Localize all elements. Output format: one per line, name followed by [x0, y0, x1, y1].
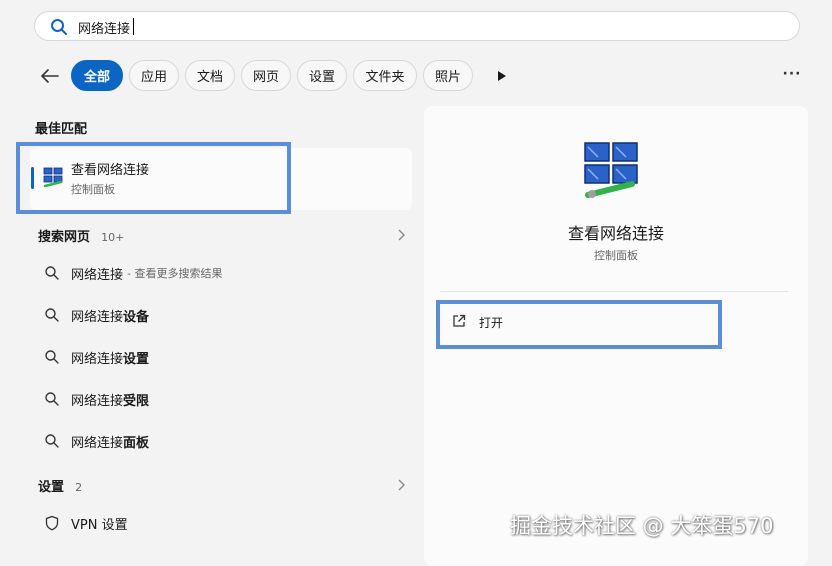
tab-folders[interactable]: 文件夹: [353, 60, 417, 91]
watermark: 掘金技术社区 @ 大笨蛋570: [510, 514, 774, 538]
divider: [440, 291, 788, 292]
web-search-query: 网络连接: [71, 393, 124, 409]
tab-web[interactable]: 网页: [241, 60, 291, 91]
best-match-heading: 最佳匹配: [35, 122, 88, 137]
settings-heading: 设置: [38, 480, 65, 495]
list-item[interactable]: 网络连接 设备: [40, 300, 410, 330]
web-search-suggestion: 受限: [123, 393, 150, 409]
list-item[interactable]: VPN 设置: [40, 508, 410, 538]
settings-count: 2: [75, 481, 83, 494]
web-search-query: 网络连接: [71, 267, 124, 283]
search-input[interactable]: [78, 16, 778, 38]
search-icon: [45, 392, 59, 406]
list-item[interactable]: 网络连接 面板: [40, 426, 410, 456]
text-caret: [133, 18, 134, 35]
web-search-header[interactable]: 搜索网页 10+: [38, 226, 410, 245]
list-item[interactable]: 网络连接 - 查看更多搜索结果: [40, 258, 410, 288]
list-item[interactable]: 网络连接 受限: [40, 384, 410, 414]
network-connections-icon: [584, 142, 638, 198]
search-icon: [45, 350, 59, 364]
chevron-right-icon: [398, 229, 405, 241]
search-icon: [45, 266, 59, 280]
web-search-query: 网络连接: [71, 351, 124, 367]
list-item[interactable]: 网络连接 设置: [40, 342, 410, 372]
tab-photos[interactable]: 照片: [423, 60, 473, 91]
web-search-count: 10+: [101, 231, 125, 244]
detail-title: 查看网络连接: [567, 224, 664, 243]
web-search-note: - 查看更多搜索结果: [127, 267, 223, 280]
highlight-box: [436, 300, 722, 349]
web-search-query: 网络连接: [71, 435, 124, 451]
settings-header[interactable]: 设置 2: [38, 476, 410, 495]
tab-apps[interactable]: 应用: [129, 60, 179, 91]
play-icon[interactable]: [493, 66, 511, 86]
search-icon: [45, 434, 59, 448]
search-icon: [51, 19, 67, 35]
web-search-suggestion: 面板: [123, 435, 150, 451]
arrow-left-icon: [41, 69, 59, 83]
vpn-settings-label: VPN 设置: [71, 517, 128, 533]
web-search-heading: 搜索网页: [38, 230, 91, 245]
highlight-box: [16, 142, 291, 214]
web-search-suggestion: 设置: [123, 351, 150, 367]
back-button[interactable]: [38, 64, 62, 88]
web-search-suggestion: 设备: [123, 309, 150, 325]
detail-subtitle: 控制面板: [594, 249, 638, 262]
search-icon: [45, 308, 59, 322]
tab-all[interactable]: 全部: [71, 60, 123, 91]
web-search-query: 网络连接: [71, 309, 124, 325]
chevron-right-icon: [398, 479, 405, 491]
tab-settings[interactable]: 设置: [297, 60, 347, 91]
tab-documents[interactable]: 文档: [185, 60, 235, 91]
shield-icon: [45, 515, 59, 531]
more-options-button[interactable]: ···: [780, 66, 804, 86]
